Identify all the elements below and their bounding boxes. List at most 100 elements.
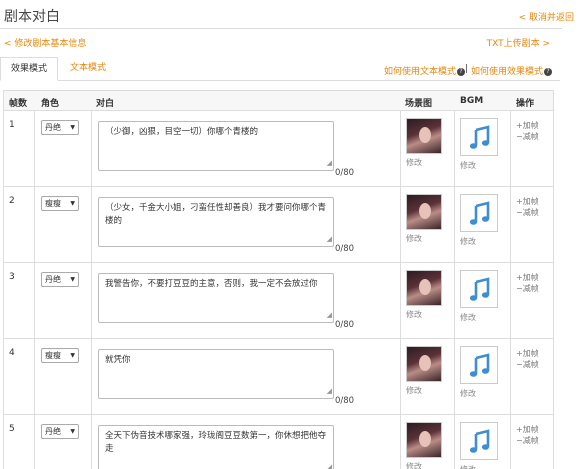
bgm-edit-link[interactable]: 修改: [460, 160, 476, 171]
bgm-edit-link[interactable]: 修改: [460, 464, 476, 469]
music-note-icon: [469, 125, 490, 149]
column-divider: [34, 415, 35, 469]
dialogue-textarea[interactable]: 就凭你 ◢: [98, 349, 334, 399]
scene-thumbnail[interactable]: [406, 270, 442, 306]
header-role: 角色: [41, 99, 60, 109]
table-body: 1 丹绝 ▼ （少御，凶狠，目空一切）你哪个青楼的 ◢ 0/80 修改 修改 +加帧 −减帧 2 瘦瘦…: [4, 111, 553, 469]
role-select[interactable]: 瘦瘦 ▼: [41, 348, 79, 363]
dialogue-text: 我警告你，不要打豆豆的主意，否则，我一定不会放过你: [105, 279, 318, 289]
role-value: 丹绝: [45, 123, 61, 132]
frame-number: 4: [9, 348, 15, 358]
role-select[interactable]: 瘦瘦 ▼: [41, 196, 79, 211]
bgm-button[interactable]: [460, 270, 498, 308]
scene-edit-link[interactable]: 修改: [406, 233, 422, 244]
question-icon: ?: [544, 67, 553, 76]
column-divider: [510, 263, 511, 338]
tab-effect-mode[interactable]: 效果模式: [0, 57, 58, 81]
portrait-face: [419, 355, 431, 371]
question-icon: ?: [457, 67, 466, 76]
resize-grip-icon[interactable]: ◢: [327, 461, 332, 469]
help-text-mode-link[interactable]: 如何使用文本模式?: [384, 64, 466, 77]
portrait-face: [419, 279, 431, 295]
role-select[interactable]: 丹绝 ▼: [41, 424, 79, 439]
header-bgm: BGM: [460, 96, 484, 106]
column-divider: [510, 415, 511, 469]
column-divider: [91, 339, 92, 414]
scene-thumbnail[interactable]: [406, 118, 442, 154]
bgm-button[interactable]: [460, 118, 498, 156]
dialogue-table: 帧数 角色 对白 场景图 BGM 操作 1 丹绝 ▼ （少御，凶狠，目空一切）你哪个青…: [3, 90, 554, 469]
help-separator: |: [465, 64, 469, 74]
table-header: 帧数 角色 对白 场景图 BGM 操作: [4, 91, 553, 111]
bgm-edit-link[interactable]: 修改: [460, 388, 476, 399]
dialogue-text: （少御，凶狠，目空一切）你哪个青楼的: [105, 127, 259, 137]
header: 剧本对白 < 取消并返回: [0, 0, 580, 30]
music-note-icon: [469, 277, 490, 301]
resize-grip-icon[interactable]: ◢: [327, 233, 332, 246]
bgm-edit-link[interactable]: 修改: [460, 236, 476, 247]
role-value: 丹绝: [45, 275, 61, 284]
column-divider: [454, 339, 455, 414]
upload-txt-link[interactable]: TXT上传剧本 >: [487, 36, 550, 49]
portrait-face: [419, 127, 431, 143]
header-frames: 帧数: [9, 99, 28, 109]
music-note-icon: [469, 429, 490, 453]
column-divider: [454, 111, 455, 186]
remove-frame-button[interactable]: −减帧: [516, 435, 539, 446]
add-frame-button[interactable]: +加帧: [516, 196, 539, 207]
remove-frame-button[interactable]: −减帧: [516, 131, 539, 142]
dialogue-textarea[interactable]: 全天下伪音技术哪家强，玲珑阁豆豆数第一，你休想把他夺走 ◢: [98, 425, 334, 469]
dialogue-textarea[interactable]: （少女，千金大小姐，刁蛮任性却善良）我才要问你哪个青楼的 ◢: [98, 197, 334, 247]
header-dialogue: 对白: [96, 99, 115, 109]
scene-edit-link[interactable]: 修改: [406, 157, 422, 168]
column-divider: [34, 339, 35, 414]
resize-grip-icon[interactable]: ◢: [327, 385, 332, 398]
scene-edit-link[interactable]: 修改: [406, 385, 422, 396]
portrait-face: [419, 203, 431, 219]
dialogue-text: （少女，千金大小姐，刁蛮任性却善良）我才要问你哪个青楼的: [105, 203, 327, 226]
role-value: 瘦瘦: [45, 199, 61, 208]
role-select[interactable]: 丹绝 ▼: [41, 120, 79, 135]
role-select[interactable]: 丹绝 ▼: [41, 272, 79, 287]
column-divider: [454, 187, 455, 262]
char-count: 0/80: [335, 320, 355, 330]
scene-edit-link[interactable]: 修改: [406, 309, 422, 320]
dialogue-textarea[interactable]: 我警告你，不要打豆豆的主意，否则，我一定不会放过你 ◢: [98, 273, 334, 323]
column-divider: [400, 187, 401, 262]
remove-frame-button[interactable]: −减帧: [516, 359, 539, 370]
bgm-button[interactable]: [460, 194, 498, 232]
page-title: 剧本对白: [4, 9, 60, 25]
column-divider: [510, 187, 511, 262]
bgm-button[interactable]: [460, 346, 498, 384]
add-frame-button[interactable]: +加帧: [516, 424, 539, 435]
scene-edit-link[interactable]: 修改: [406, 461, 422, 469]
cancel-and-return-link[interactable]: < 取消并返回: [519, 10, 574, 23]
caret-down-icon: ▼: [70, 200, 75, 207]
resize-grip-icon[interactable]: ◢: [327, 157, 332, 170]
column-divider: [510, 111, 511, 186]
edit-script-info-link[interactable]: < 修改剧本基本信息: [4, 36, 86, 49]
remove-frame-button[interactable]: −减帧: [516, 207, 539, 218]
column-divider: [91, 187, 92, 262]
column-divider: [454, 415, 455, 469]
bgm-edit-link[interactable]: 修改: [460, 312, 476, 323]
bgm-button[interactable]: [460, 422, 498, 460]
char-count: 0/80: [335, 168, 355, 178]
scene-thumbnail[interactable]: [406, 194, 442, 230]
column-divider: [91, 415, 92, 469]
caret-down-icon: ▼: [70, 352, 75, 359]
help-effect-mode-link[interactable]: 如何使用效果模式?: [471, 64, 553, 77]
resize-grip-icon[interactable]: ◢: [327, 309, 332, 322]
add-frame-button[interactable]: +加帧: [516, 348, 539, 359]
role-value: 瘦瘦: [45, 351, 61, 360]
scene-thumbnail[interactable]: [406, 422, 442, 458]
add-frame-button[interactable]: +加帧: [516, 272, 539, 283]
column-divider: [91, 111, 92, 186]
remove-frame-button[interactable]: −减帧: [516, 283, 539, 294]
caret-down-icon: ▼: [70, 276, 75, 283]
tab-text-mode[interactable]: 文本模式: [60, 57, 116, 81]
char-count: 0/80: [335, 396, 355, 406]
dialogue-textarea[interactable]: （少御，凶狠，目空一切）你哪个青楼的 ◢: [98, 121, 334, 171]
scene-thumbnail[interactable]: [406, 346, 442, 382]
add-frame-button[interactable]: +加帧: [516, 120, 539, 131]
